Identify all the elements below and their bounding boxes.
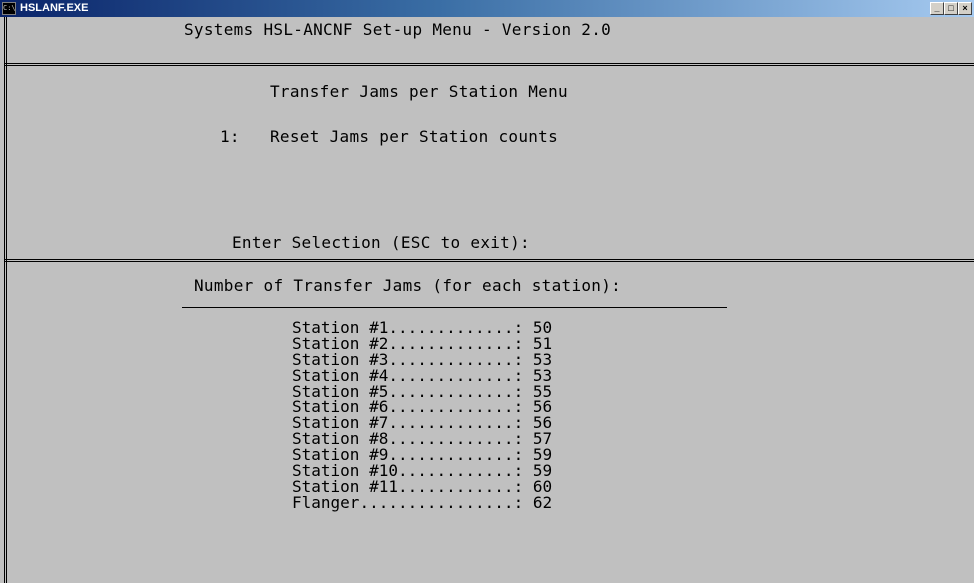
selection-prompt: Enter Selection (ESC to exit):	[232, 233, 530, 252]
header-divider	[4, 63, 974, 66]
menu-divider	[4, 259, 974, 262]
title-bar[interactable]: C:\ HSLANF.EXE _ □ ×	[0, 0, 974, 17]
maximize-button[interactable]: □	[944, 2, 958, 15]
left-border	[4, 17, 7, 583]
station-jam-list: Station #1.............: 50 Station #2..…	[292, 320, 552, 511]
jams-heading: Number of Transfer Jams (for each statio…	[194, 276, 622, 295]
console-area: Systems HSL-ANCNF Set-up Menu - Version …	[0, 17, 974, 583]
menu-option-1-key: 1:	[220, 127, 240, 146]
window-title: HSLANF.EXE	[20, 2, 89, 14]
menu-heading: Transfer Jams per Station Menu	[270, 82, 568, 101]
jams-heading-underline	[182, 307, 727, 308]
menu-option-1-label: Reset Jams per Station counts	[270, 127, 559, 146]
close-button[interactable]: ×	[958, 2, 972, 15]
flanger-row: Flanger................: 62	[292, 492, 553, 512]
header-title: Systems HSL-ANCNF Set-up Menu - Version …	[184, 20, 612, 39]
minimize-button[interactable]: _	[930, 2, 944, 15]
console-icon[interactable]: C:\	[2, 2, 16, 15]
